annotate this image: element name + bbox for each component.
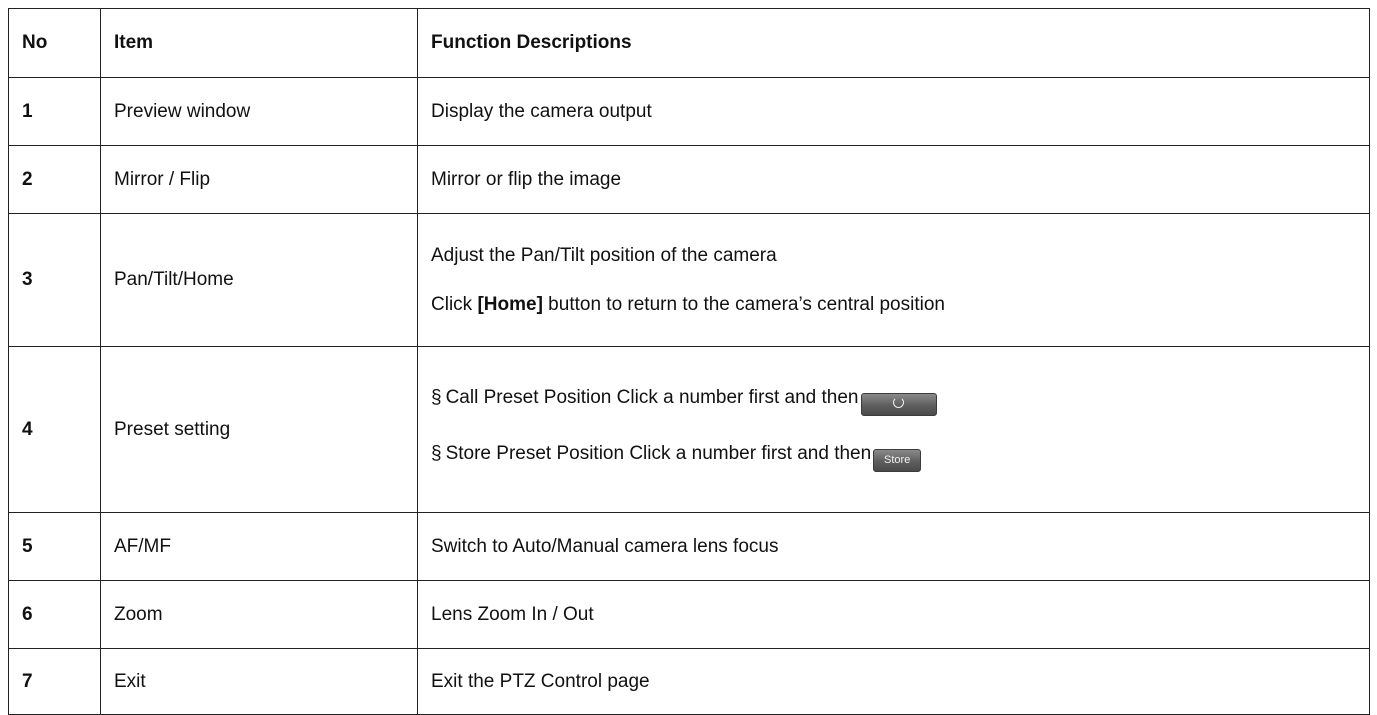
call-preset-button[interactable]	[860, 393, 937, 416]
store-preset-button[interactable]: Store	[873, 449, 922, 472]
row-number: 7	[8, 648, 101, 715]
refresh-icon	[893, 397, 904, 408]
header-desc: Function Descriptions	[417, 8, 1370, 78]
store-preset-line: § Store Preset Position Click a number fi…	[431, 443, 1356, 472]
table-row: 1 Preview window Display the camera outp…	[8, 77, 1370, 146]
desc-text: Click	[431, 293, 478, 315]
table-row: 6 Zoom Lens Zoom In / Out	[8, 580, 1370, 649]
header-no: No	[8, 8, 101, 78]
row-desc: Switch to Auto/Manual camera lens focus	[417, 512, 1370, 581]
row-number: 6	[8, 580, 101, 649]
row-item: AF/MF	[100, 512, 418, 581]
row-number: 4	[8, 346, 101, 513]
table-row: 3 Pan/Tilt/Home Adjust the Pan/Tilt posi…	[8, 213, 1370, 347]
row-desc: § Call Preset Position Click a number fir…	[417, 346, 1370, 513]
table-row: 5 AF/MF Switch to Auto/Manual camera len…	[8, 512, 1370, 581]
bullet-mark: §	[431, 387, 442, 408]
row-number: 5	[8, 512, 101, 581]
header-item: Item	[100, 8, 418, 78]
row-desc: Exit the PTZ Control page	[417, 648, 1370, 715]
call-preset-text: Call Preset Position Click a number firs…	[445, 387, 859, 408]
desc-line: Adjust the Pan/Tilt position of the came…	[431, 244, 777, 266]
table-row: 7 Exit Exit the PTZ Control page	[8, 648, 1370, 715]
row-desc: Adjust the Pan/Tilt position of the came…	[417, 213, 1370, 347]
row-item: Preset setting	[100, 346, 418, 513]
row-number: 3	[8, 213, 101, 347]
home-keyword: [Home]	[477, 293, 543, 315]
row-item: Preview window	[100, 77, 418, 146]
row-number: 1	[8, 77, 101, 146]
row-item: Zoom	[100, 580, 418, 649]
desc-line: Click [Home] button to return to the cam…	[431, 294, 1356, 316]
store-preset-text: Store Preset Position Click a number fir…	[445, 443, 872, 464]
desc-text: button to return to the camera’s central…	[542, 293, 945, 315]
row-number: 2	[8, 145, 101, 214]
function-table: No Item Function Descriptions 1 Preview …	[8, 8, 1370, 715]
table-row: 4 Preset setting § Call Preset Position C…	[8, 346, 1370, 513]
row-desc: Mirror or flip the image	[417, 145, 1370, 214]
table-row: 2 Mirror / Flip Mirror or flip the image	[8, 145, 1370, 214]
row-desc: Lens Zoom In / Out	[417, 580, 1370, 649]
row-desc: Display the camera output	[417, 77, 1370, 146]
call-preset-line: § Call Preset Position Click a number fir…	[431, 387, 1356, 416]
table-header-row: No Item Function Descriptions	[8, 8, 1370, 78]
row-item: Mirror / Flip	[100, 145, 418, 214]
row-item: Exit	[100, 648, 418, 715]
row-item: Pan/Tilt/Home	[100, 213, 418, 347]
bullet-mark: §	[431, 443, 442, 464]
